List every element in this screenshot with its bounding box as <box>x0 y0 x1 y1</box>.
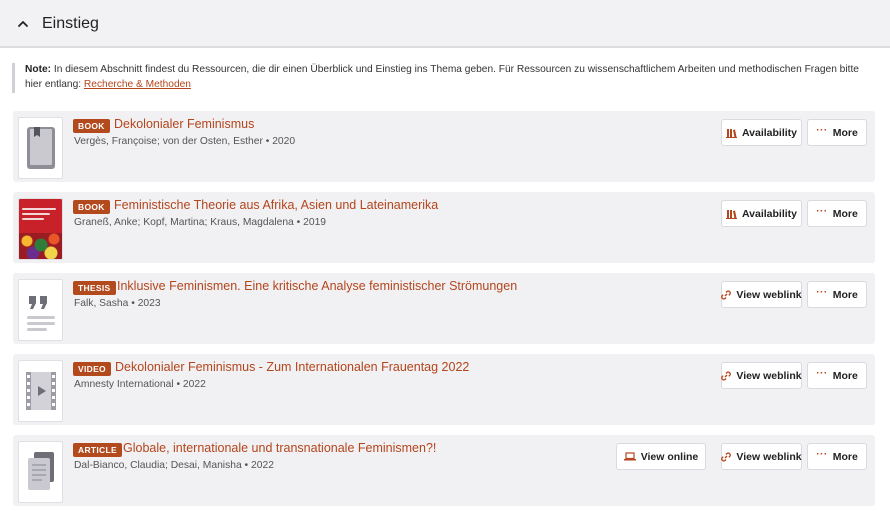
result-title[interactable]: Dekolonialer Feminismus - Zum Internatio… <box>115 360 469 374</box>
result-meta: Falk, Sasha • 2023 <box>74 298 161 309</box>
result-title[interactable]: Feministische Theorie aus Afrika, Asien … <box>114 198 438 212</box>
recherche-link[interactable]: Recherche & Methoden <box>84 79 191 90</box>
view-weblink-button[interactable]: View weblink <box>721 443 802 470</box>
view-weblink-button[interactable]: View weblink <box>721 281 802 308</box>
availability-button[interactable]: Availability <box>721 200 802 227</box>
chevron-up-icon[interactable] <box>16 17 30 31</box>
library-icon <box>725 128 737 138</box>
more-label: More <box>832 450 858 463</box>
view-online-label: View online <box>640 450 699 463</box>
book-icon[interactable] <box>18 117 63 179</box>
more-button[interactable]: ··· More <box>807 281 867 308</box>
result-card: BOOK Feministische Theorie aus Afrika, A… <box>13 192 875 263</box>
type-badge: BOOK <box>73 200 110 214</box>
result-title[interactable]: Globale, internationale und transnationa… <box>123 441 436 455</box>
section-header[interactable]: Einstieg <box>0 0 890 48</box>
type-badge: THESIS <box>73 281 116 295</box>
more-label: More <box>832 126 858 139</box>
result-card: VIDEO Dekolonialer Feminismus - Zum Inte… <box>13 354 875 425</box>
view-online-button[interactable]: View online <box>616 443 706 470</box>
more-dots-icon: ··· <box>816 206 828 217</box>
more-label: More <box>832 288 858 301</box>
note-box: Note: In diesem Abschnitt findest du Res… <box>12 63 878 93</box>
more-dots-icon: ··· <box>816 125 828 136</box>
more-dots-icon: ··· <box>816 287 828 298</box>
result-meta: Vergès, Françoise; von der Osten, Esther… <box>74 136 296 147</box>
library-icon <box>725 209 737 219</box>
result-meta: Amnesty International • 2022 <box>74 379 206 390</box>
more-dots-icon: ··· <box>816 368 828 379</box>
result-card: ARTICLE Globale, internationale und tran… <box>13 435 875 506</box>
view-weblink-label: View weblink <box>736 288 802 301</box>
more-label: More <box>832 369 858 382</box>
type-badge: VIDEO <box>73 362 111 376</box>
more-button[interactable]: ··· More <box>807 119 867 146</box>
more-label: More <box>832 207 858 220</box>
more-button[interactable]: ··· More <box>807 362 867 389</box>
laptop-icon <box>623 452 636 461</box>
book-cover-image[interactable] <box>18 198 63 260</box>
article-icon[interactable] <box>18 441 63 503</box>
more-dots-icon: ··· <box>816 449 828 460</box>
more-button[interactable]: ··· More <box>807 200 867 227</box>
section-title: Einstieg <box>42 15 99 32</box>
type-badge: ARTICLE <box>73 443 122 457</box>
result-card: BOOK Dekolonialer Feminismus Vergès, Fra… <box>13 111 875 182</box>
quote-icon[interactable] <box>18 279 63 341</box>
type-badge: BOOK <box>73 119 110 133</box>
link-icon <box>721 370 732 381</box>
result-card: THESIS Inklusive Feminismen. Eine kritis… <box>13 273 875 344</box>
result-title[interactable]: Dekolonialer Feminismus <box>114 117 254 131</box>
view-weblink-label: View weblink <box>736 450 802 463</box>
view-weblink-button[interactable]: View weblink <box>721 362 802 389</box>
link-icon <box>721 451 732 462</box>
result-meta: Dal-Bianco, Claudia; Desai, Manisha • 20… <box>74 460 274 471</box>
more-button[interactable]: ··· More <box>807 443 867 470</box>
result-title[interactable]: Inklusive Feminismen. Eine kritische Ana… <box>117 279 517 293</box>
result-meta: Graneß, Anke; Kopf, Martina; Kraus, Magd… <box>74 217 327 228</box>
availability-button[interactable]: Availability <box>721 119 802 146</box>
view-weblink-label: View weblink <box>736 369 802 382</box>
video-icon[interactable] <box>18 360 63 422</box>
availability-label: Availability <box>741 126 798 139</box>
note-label: Note: <box>25 64 52 75</box>
availability-label: Availability <box>741 207 798 220</box>
link-icon <box>721 289 732 300</box>
